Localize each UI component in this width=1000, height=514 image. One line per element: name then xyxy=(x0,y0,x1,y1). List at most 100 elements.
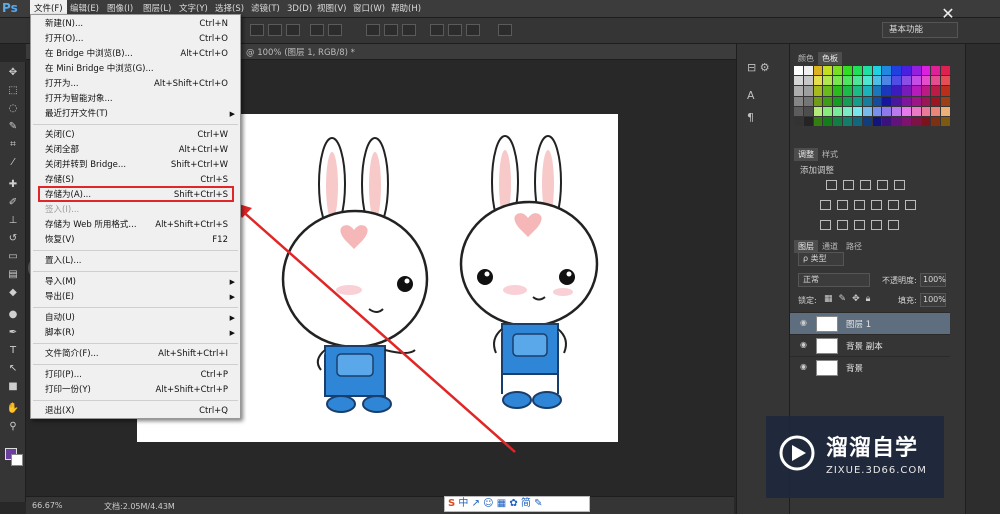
color-swatch[interactable] xyxy=(862,96,872,106)
color-swatch[interactable] xyxy=(833,116,843,126)
file-menu-item[interactable]: 自动(U) ▶ xyxy=(31,311,240,326)
file-menu-item[interactable]: 导出(E) ▶ xyxy=(31,290,240,305)
curves-icon[interactable] xyxy=(860,180,871,190)
color-swatch[interactable] xyxy=(892,106,901,116)
color-lookup-icon[interactable] xyxy=(905,200,916,210)
color-swatch[interactable] xyxy=(911,76,921,86)
color-swatch[interactable] xyxy=(813,66,823,76)
color-swatch[interactable] xyxy=(882,76,892,86)
lock-transparency-icon[interactable]: ▦ xyxy=(824,294,833,304)
levels-icon[interactable] xyxy=(843,180,854,190)
color-swatch[interactable] xyxy=(823,86,833,96)
paragraph-panel-icon[interactable]: ¶ xyxy=(747,110,777,126)
color-swatch[interactable] xyxy=(813,96,823,106)
color-swatch[interactable] xyxy=(872,106,882,116)
color-swatch[interactable] xyxy=(921,86,931,96)
color-swatch[interactable] xyxy=(921,116,931,126)
tab-swatches[interactable]: 色板 xyxy=(818,52,842,65)
color-swatch[interactable] xyxy=(843,66,852,76)
color-swatch[interactable] xyxy=(852,66,862,76)
eye-icon[interactable]: ◉ xyxy=(800,318,810,328)
color-swatch[interactable] xyxy=(803,76,813,86)
file-menu-item[interactable]: 存储为 Web 所用格式... Alt+Shift+Ctrl+S xyxy=(31,218,240,233)
color-swatch[interactable] xyxy=(941,106,950,116)
color-swatch[interactable] xyxy=(901,86,911,96)
color-swatch[interactable] xyxy=(882,106,892,116)
color-swatch[interactable] xyxy=(911,96,921,106)
color-swatch[interactable] xyxy=(921,66,931,76)
color-swatch[interactable] xyxy=(941,96,950,106)
file-menu-item[interactable]: 打印一份(Y) Alt+Shift+Ctrl+P xyxy=(31,383,240,398)
color-swatch[interactable] xyxy=(872,116,882,126)
opacity-input[interactable]: 100% xyxy=(920,273,946,287)
threshold-icon[interactable] xyxy=(854,220,865,230)
color-swatch[interactable] xyxy=(931,66,941,76)
color-swatch[interactable] xyxy=(931,116,941,126)
color-swatch[interactable] xyxy=(852,116,862,126)
zoom-level[interactable]: 66.67% xyxy=(32,501,63,510)
character-panel-icon[interactable]: A xyxy=(747,88,777,104)
color-swatch[interactable] xyxy=(843,86,852,96)
tab-paths[interactable]: 路径 xyxy=(842,240,866,253)
color-swatch[interactable] xyxy=(941,116,950,126)
color-swatch[interactable] xyxy=(862,66,872,76)
file-menu-item[interactable]: 文件简介(F)... Alt+Shift+Ctrl+I xyxy=(31,347,240,362)
channel-mixer-icon[interactable] xyxy=(888,200,899,210)
eye-icon[interactable]: ◉ xyxy=(800,362,810,372)
color-swatch[interactable] xyxy=(823,76,833,86)
layer-row[interactable]: ◉ 背景 xyxy=(790,356,950,378)
color-swatch[interactable] xyxy=(892,76,901,86)
layer-filter-select[interactable]: ρ 类型 xyxy=(798,252,844,266)
lock-position-icon[interactable]: ✥ xyxy=(852,294,860,304)
color-swatch[interactable] xyxy=(882,86,892,96)
color-swatch[interactable] xyxy=(882,96,892,106)
layer-row[interactable]: ◉ 图层 1 xyxy=(790,312,950,334)
file-menu-item[interactable]: 退出(X) Ctrl+Q xyxy=(31,404,240,419)
color-swatch[interactable] xyxy=(892,116,901,126)
color-swatch[interactable] xyxy=(872,86,882,96)
vibrance-icon[interactable] xyxy=(894,180,905,190)
color-swatch[interactable] xyxy=(901,116,911,126)
color-swatch[interactable] xyxy=(843,76,852,86)
file-menu-item[interactable]: 在 Bridge 中浏览(B)... Alt+Ctrl+O xyxy=(31,47,240,62)
lock-all-icon[interactable]: 🔒︎ xyxy=(866,294,871,304)
color-swatch[interactable] xyxy=(813,116,823,126)
color-swatch[interactable] xyxy=(794,76,803,86)
color-swatch[interactable] xyxy=(843,106,852,116)
color-swatch[interactable] xyxy=(872,76,882,86)
color-swatch[interactable] xyxy=(803,86,813,96)
exposure-icon[interactable] xyxy=(877,180,888,190)
color-swatch[interactable] xyxy=(852,96,862,106)
color-swatch[interactable] xyxy=(823,106,833,116)
layer-row[interactable]: ◉ 背景 副本 xyxy=(790,334,950,356)
color-swatch[interactable] xyxy=(813,76,823,86)
tab-styles[interactable]: 样式 xyxy=(818,148,842,161)
file-menu-item[interactable]: 关闭(C) Ctrl+W xyxy=(31,128,240,143)
color-swatch[interactable] xyxy=(901,96,911,106)
file-menu-item[interactable]: 导入(M) ▶ xyxy=(31,275,240,290)
color-swatch[interactable] xyxy=(833,86,843,96)
color-swatch[interactable] xyxy=(931,106,941,116)
gradient-map-icon[interactable] xyxy=(871,220,882,230)
color-swatch[interactable] xyxy=(794,66,803,76)
file-menu-item[interactable]: 在 Mini Bridge 中浏览(G)... xyxy=(31,62,240,77)
color-swatch[interactable] xyxy=(892,66,901,76)
color-swatch[interactable] xyxy=(882,116,892,126)
color-swatch[interactable] xyxy=(921,96,931,106)
color-swatch[interactable] xyxy=(833,106,843,116)
history-panel-icon[interactable]: ⊟ ⚙ xyxy=(747,60,777,76)
file-menu-item[interactable]: 新建(N)... Ctrl+N xyxy=(31,17,240,32)
tab-adjustments[interactable]: 调整 xyxy=(794,148,818,161)
file-menu-item[interactable]: 关闭并转到 Bridge... Shift+Ctrl+W xyxy=(31,158,240,173)
color-swatch[interactable] xyxy=(931,76,941,86)
lock-pixels-icon[interactable]: ✎ xyxy=(839,294,847,304)
file-menu-item[interactable]: 脚本(R) ▶ xyxy=(31,326,240,341)
color-swatch[interactable] xyxy=(803,116,813,126)
color-swatch[interactable] xyxy=(901,106,911,116)
color-swatch[interactable] xyxy=(941,86,950,96)
color-swatch[interactable] xyxy=(892,96,901,106)
color-swatch[interactable] xyxy=(852,86,862,96)
file-menu-item[interactable]: 打开为智能对象... xyxy=(31,92,240,107)
color-swatch[interactable] xyxy=(872,66,882,76)
posterize-icon[interactable] xyxy=(837,220,848,230)
